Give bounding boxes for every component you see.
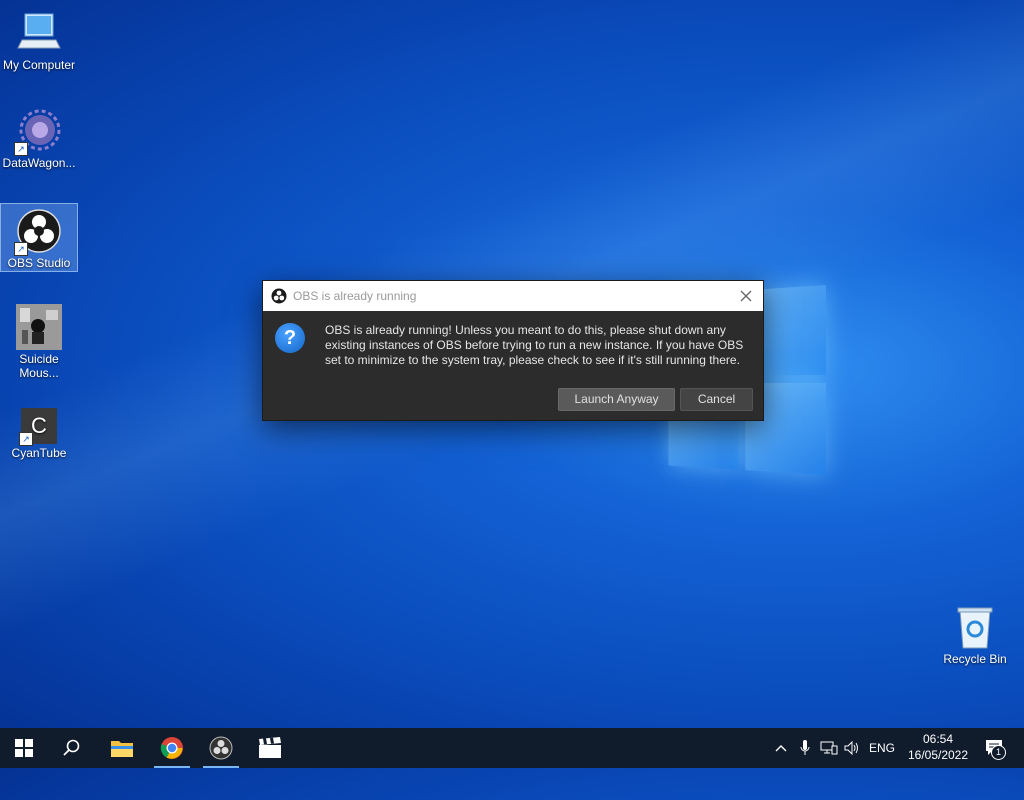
notification-center-button[interactable]: 1 (980, 728, 1010, 768)
video-editor-icon (259, 737, 281, 758)
shortcut-arrow-icon: ↗ (19, 432, 33, 446)
obs-icon (209, 736, 233, 760)
launch-anyway-button[interactable]: Launch Anyway (558, 388, 675, 411)
start-icon (15, 739, 33, 757)
shortcut-arrow-icon: ↗ (14, 242, 28, 256)
datawagon-icon: ↗ (14, 108, 62, 156)
microphone-icon (800, 740, 810, 755)
computer-icon (16, 10, 62, 56)
taskbar-file-explorer[interactable] (98, 728, 146, 768)
speaker-icon (844, 741, 858, 755)
desktop-icon-recycle-bin[interactable]: Recycle Bin (937, 600, 1013, 666)
clock-date: 16/05/2022 (907, 748, 969, 762)
search-icon (63, 739, 80, 756)
shortcut-arrow-icon: ↗ (14, 142, 28, 156)
taskbar-obs[interactable] (197, 728, 245, 768)
recycle-bin-icon (952, 604, 998, 650)
taskbar-chrome[interactable] (148, 728, 196, 768)
network-tray[interactable] (818, 728, 840, 768)
chrome-icon (160, 737, 183, 759)
language-indicator[interactable]: ENG (866, 728, 898, 768)
obs-already-running-dialog: OBS is already running ? OBS is already … (262, 280, 764, 421)
taskbar: ENG 06:54 16/05/2022 1 (0, 728, 1024, 768)
taskbar-video-editor[interactable] (246, 728, 294, 768)
clock-time: 06:54 (922, 732, 954, 746)
desktop-icon-cyantube[interactable]: C ↗ CyanTube (1, 404, 77, 460)
dialog-title-bar[interactable]: OBS is already running (263, 281, 763, 311)
obs-icon: ↗ (14, 208, 62, 256)
show-hidden-icons-button[interactable] (770, 728, 792, 768)
file-explorer-icon (111, 741, 133, 757)
dialog-message: OBS is already running! Unless you meant… (325, 323, 744, 367)
network-icon (820, 741, 838, 755)
start-button[interactable] (0, 728, 48, 768)
desktop-icon-suicide-mouse[interactable]: Suicide Mous... (1, 300, 77, 380)
suicide-mouse-icon (16, 304, 62, 350)
question-icon: ? (275, 323, 305, 353)
desktop-icon-obs-studio[interactable]: ↗ OBS Studio (0, 203, 78, 272)
obs-icon (271, 288, 287, 304)
clock[interactable]: 06:54 16/05/2022 (900, 731, 976, 763)
cyantube-icon: C ↗ (19, 408, 57, 446)
dialog-title: OBS is already running (293, 289, 417, 303)
volume-tray[interactable] (842, 728, 864, 768)
notification-badge: 1 (991, 745, 1006, 760)
search-button[interactable] (48, 728, 96, 768)
desktop-icon-datawagon[interactable]: ↗ DataWagon... (1, 104, 77, 170)
desktop-icon-my-computer[interactable]: My Computer (1, 6, 77, 72)
microphone-tray[interactable] (795, 728, 815, 768)
cancel-button[interactable]: Cancel (680, 388, 753, 411)
chevron-up-icon (775, 745, 787, 752)
close-icon[interactable] (737, 287, 755, 305)
